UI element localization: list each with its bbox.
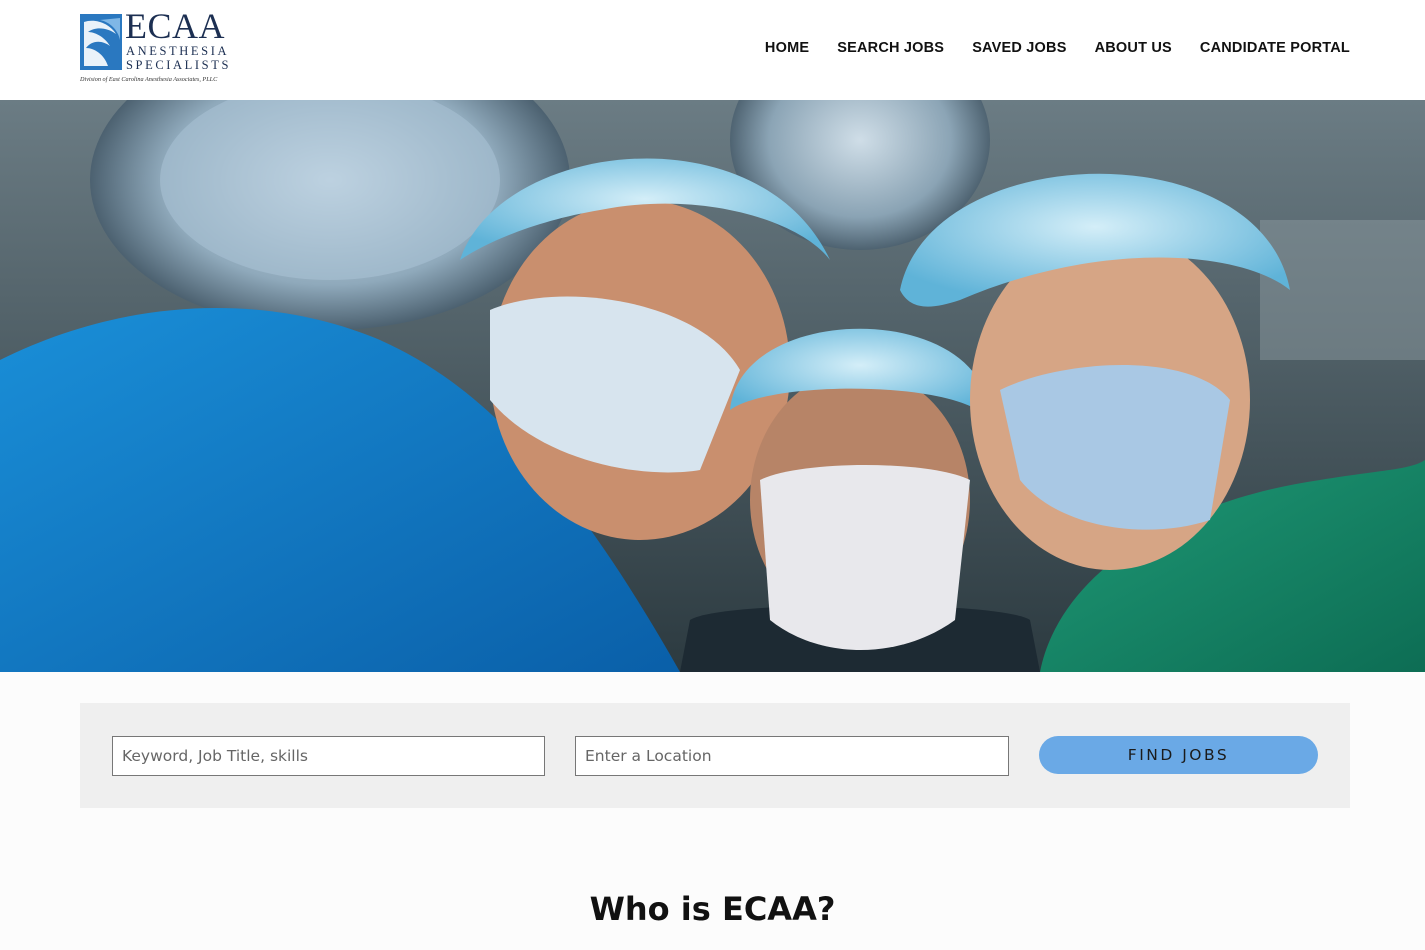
nav-saved-jobs[interactable]: SAVED JOBS bbox=[972, 40, 1066, 56]
nav-about-us[interactable]: ABOUT US bbox=[1095, 40, 1172, 56]
nav-search-jobs[interactable]: SEARCH JOBS bbox=[837, 40, 944, 56]
job-search-panel: FIND JOBS bbox=[80, 703, 1350, 808]
find-jobs-button[interactable]: FIND JOBS bbox=[1039, 736, 1318, 774]
ecaa-logo[interactable]: ECAA ANESTHESIA SPECIALISTS Division of … bbox=[80, 8, 232, 86]
location-input[interactable] bbox=[575, 736, 1009, 776]
logo-line-anesthesia: ANESTHESIA bbox=[126, 44, 230, 58]
nav-home[interactable]: HOME bbox=[765, 40, 809, 56]
keyword-input[interactable] bbox=[112, 736, 545, 776]
who-is-ecaa-heading: Who is ECAA? bbox=[589, 890, 836, 928]
site-header: ECAA ANESTHESIA SPECIALISTS Division of … bbox=[0, 0, 1425, 100]
nav-candidate-portal[interactable]: CANDIDATE PORTAL bbox=[1200, 40, 1350, 56]
logo-line-specialists: SPECIALISTS bbox=[126, 58, 232, 72]
hero-image bbox=[0, 100, 1425, 672]
main-nav: HOME SEARCH JOBS SAVED JOBS ABOUT US CAN… bbox=[765, 40, 1350, 56]
logo-division-text: Division of East Carolina Anesthesia Ass… bbox=[80, 76, 218, 83]
hero-photo bbox=[0, 100, 1425, 672]
logo-wordmark: ECAA bbox=[125, 6, 225, 46]
logo-wave-icon bbox=[80, 14, 122, 70]
